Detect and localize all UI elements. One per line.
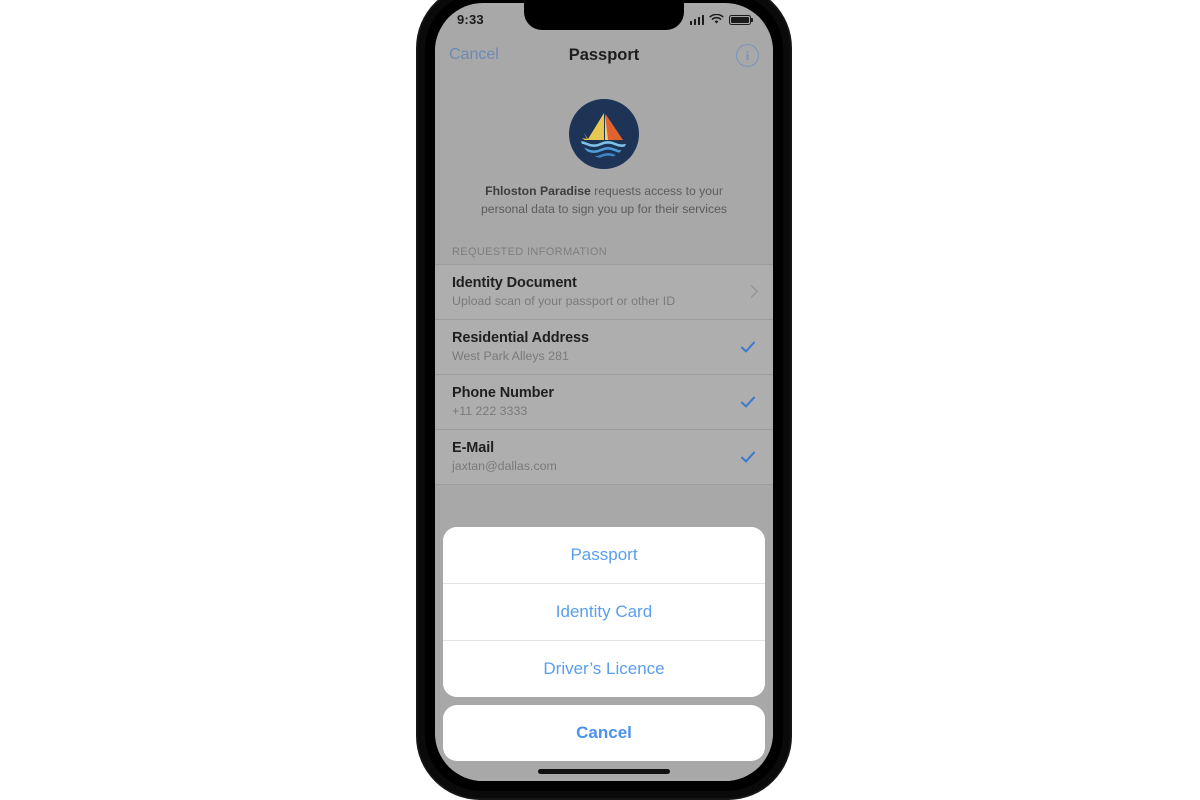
row-subtitle: Upload scan of your passport or other ID	[452, 294, 676, 309]
checkmark-icon	[740, 396, 756, 408]
row-email[interactable]: E-Mail jaxtan@dallas.com	[435, 430, 773, 486]
section-header-requested-information: REQUESTED INFORMATION	[435, 232, 773, 265]
logo-svg	[575, 105, 633, 163]
phone-screen: 9:33 Cancel Passport i Fhloston Paradise…	[435, 3, 773, 781]
action-passport[interactable]: Passport	[443, 527, 765, 583]
row-title: Residential Address	[452, 330, 589, 347]
action-identity-card[interactable]: Identity Card	[443, 583, 765, 640]
action-drivers-licence[interactable]: Driver’s Licence	[443, 640, 765, 697]
row-title: E-Mail	[452, 440, 495, 457]
battery-icon	[729, 14, 754, 25]
action-sheet: Passport Identity Card Driver’s Licence …	[435, 527, 773, 781]
row-accessory	[745, 285, 758, 299]
checkmark-icon	[740, 341, 756, 353]
row-text: Residential Address West Park Alleys 281	[452, 330, 589, 363]
row-accessory	[740, 449, 756, 465]
row-text: Identity Document Upload scan of your pa…	[452, 275, 675, 308]
wifi-icon	[709, 14, 724, 24]
row-subtitle: +11 222 3333	[452, 404, 528, 419]
logo-artwork	[575, 105, 633, 163]
checkmark-icon	[740, 451, 756, 463]
row-title: Identity Document	[452, 275, 577, 292]
hero-section: Fhloston Paradise requests access to you…	[435, 77, 773, 233]
status-time: 9:33	[457, 11, 484, 27]
status-bar: 9:33	[435, 3, 773, 33]
navigation-bar: Cancel Passport i	[435, 33, 773, 77]
screenshot-canvas: 9:33 Cancel Passport i Fhloston Paradise…	[0, 0, 1200, 800]
row-text: Phone Number +11 222 3333	[452, 385, 554, 418]
row-text: E-Mail jaxtan@dallas.com	[452, 440, 557, 473]
hero-app-name: Fhloston Paradise	[485, 184, 591, 198]
hero-description: Fhloston Paradise requests access to you…	[453, 183, 755, 218]
requested-information-list: Identity Document Upload scan of your pa…	[435, 264, 773, 486]
nav-cancel-button[interactable]: Cancel	[449, 46, 499, 64]
row-accessory	[740, 339, 756, 355]
home-indicator[interactable]	[538, 769, 670, 774]
row-subtitle: jaxtan@dallas.com	[452, 459, 557, 474]
chevron-right-icon	[745, 285, 758, 299]
info-circle-icon[interactable]: i	[736, 43, 759, 67]
row-phone-number[interactable]: Phone Number +11 222 3333	[435, 375, 773, 431]
row-subtitle: West Park Alleys 281	[452, 349, 569, 364]
fhloston-paradise-logo	[569, 99, 639, 169]
page-title: Passport	[568, 45, 640, 64]
row-title: Phone Number	[452, 385, 554, 402]
row-residential-address[interactable]: Residential Address West Park Alleys 281	[435, 320, 773, 376]
row-accessory	[740, 394, 756, 410]
action-sheet-options: Passport Identity Card Driver’s Licence	[443, 527, 765, 697]
row-identity-document[interactable]: Identity Document Upload scan of your pa…	[435, 265, 773, 321]
cellular-signal-icon	[689, 14, 704, 25]
status-icons	[689, 14, 754, 25]
action-sheet-cancel-button[interactable]: Cancel	[443, 705, 765, 761]
